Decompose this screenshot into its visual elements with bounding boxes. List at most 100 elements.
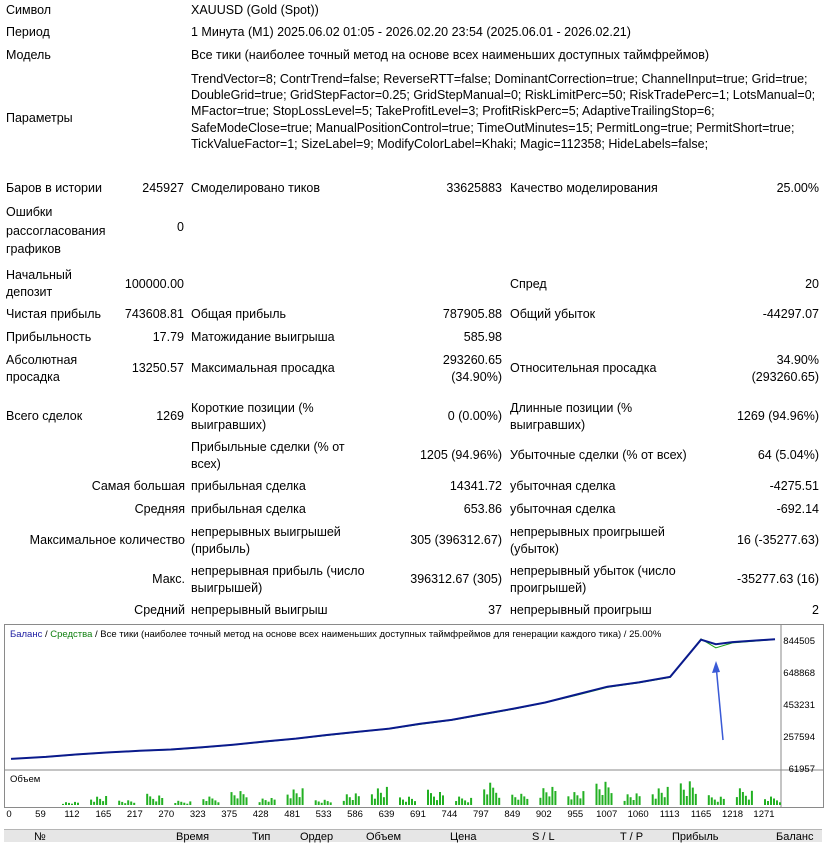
volume-bar [495, 792, 498, 805]
volume-bar [208, 796, 211, 805]
volume-bar [202, 799, 205, 805]
volume-bar [326, 801, 329, 805]
volume-bar [149, 796, 152, 805]
volume-bar [186, 803, 189, 805]
volume-bar [442, 795, 444, 805]
annotation-arrow [712, 661, 724, 741]
volume-bar [174, 803, 177, 805]
x-tick-label: 744 [441, 809, 458, 820]
total-trades-label: Всего сделок [6, 409, 83, 423]
volume-bar [439, 792, 441, 805]
col-order: Ордер [300, 831, 334, 843]
x-tick-label: 955 [567, 809, 584, 820]
volume-bar [526, 798, 529, 805]
avg-cons-wins-value: 37 [488, 603, 502, 617]
x-tick-label: 902 [535, 809, 552, 820]
x-tick-label: 1113 [659, 809, 680, 820]
x-tick-label: 217 [126, 809, 143, 820]
volume-bar [71, 803, 73, 805]
volume-bar [239, 791, 242, 805]
volume-bar [102, 801, 105, 805]
expected-payoff-label: Матожидание выигрыша [191, 330, 335, 344]
profit-factor-label: Прибыльность [6, 330, 92, 344]
volume-bar [492, 787, 495, 805]
volume-bar [722, 798, 725, 805]
total-trades-value: 1269 [156, 409, 184, 423]
volume-bar [623, 800, 626, 805]
x-tick-label: 428 [252, 809, 269, 820]
volume-bar [710, 797, 713, 805]
volume-bar [373, 798, 376, 805]
volume-bar [738, 788, 741, 805]
volume-bar [233, 795, 236, 805]
volume-bar [666, 786, 669, 805]
volume-bar [180, 801, 183, 805]
volume-bar [245, 797, 248, 805]
volume-bar [295, 793, 298, 805]
max-dd-value: 293260.65 [442, 353, 502, 367]
volume-bar [679, 783, 682, 805]
y-tick-3: 257594 [783, 732, 815, 743]
bars-value: 245927 [142, 181, 184, 195]
x-tick-label: 165 [95, 809, 112, 820]
short-positions-label: Короткие позиции (% выигравших) [191, 401, 314, 432]
volume-bar [127, 800, 130, 805]
avg-cons-losses-value: 2 [812, 603, 819, 617]
volume-label: Объем [10, 774, 41, 785]
volume-bar [573, 792, 576, 805]
volume-bar [570, 799, 573, 805]
volume-bar [654, 798, 657, 805]
volume-bar [767, 801, 769, 805]
x-tick-label: 0 [6, 809, 12, 820]
volume-bar [289, 798, 292, 805]
largest-loss-value: -4275.51 [769, 479, 819, 493]
largest-loss-label: убыточная сделка [510, 479, 616, 493]
volume-bar [464, 800, 467, 805]
col-balance: Баланс [776, 831, 814, 843]
period-value: 1 Минута (M1) 2025.06.02 01:05 - 2026.02… [191, 25, 631, 39]
volume-bar [638, 796, 641, 805]
volume-bar [152, 798, 155, 805]
volume-bar [65, 802, 67, 805]
spread-value: 20 [805, 277, 819, 291]
col-sl: S / L [532, 831, 555, 843]
volume-bar [357, 796, 360, 805]
volume-bar [486, 794, 489, 805]
x-tick-label: 533 [315, 809, 332, 820]
model-label: Модель [6, 48, 51, 62]
x-tick-label: 375 [221, 809, 238, 820]
volume-bar [707, 795, 710, 805]
volume-bar [455, 801, 458, 805]
volume-bar [610, 793, 613, 805]
largest-win-value: 14341.72 [449, 479, 502, 493]
volume-bar [96, 796, 99, 805]
volume-bar [399, 797, 401, 805]
errors-label: Ошибки рассогласования графиков [6, 205, 106, 256]
volume-bar [576, 795, 579, 805]
short-positions-value: 0 (0.00%) [447, 409, 502, 423]
volume-bar [62, 803, 64, 805]
volume-bar [595, 783, 598, 805]
x-tick-label: 1271 [753, 809, 775, 820]
volume-bar [770, 796, 772, 805]
volume-bar [750, 790, 753, 805]
x-tick-label: 323 [189, 809, 206, 820]
volume-bar [320, 802, 323, 805]
volume-bar [124, 803, 127, 805]
win-trades-value: 1205 (94.96%) [419, 448, 502, 462]
volume-bar [660, 792, 663, 805]
y-tick-0: 844505 [783, 636, 815, 647]
avg-cons-losses-label: непрерывный проигрыш [510, 603, 652, 617]
volume-bar [402, 799, 404, 805]
volume-bar [713, 799, 716, 805]
volume-bar [651, 794, 654, 805]
balance-line [10, 638, 776, 760]
volume-bar [719, 796, 722, 805]
volume-bar [329, 802, 332, 805]
volume-bar [489, 782, 492, 805]
largest-label: Самая большая [91, 479, 185, 493]
volume-bar [292, 789, 295, 805]
x-tick-label: 1060 [627, 809, 649, 820]
volume-bar [764, 799, 766, 805]
volume-bar [517, 799, 520, 805]
